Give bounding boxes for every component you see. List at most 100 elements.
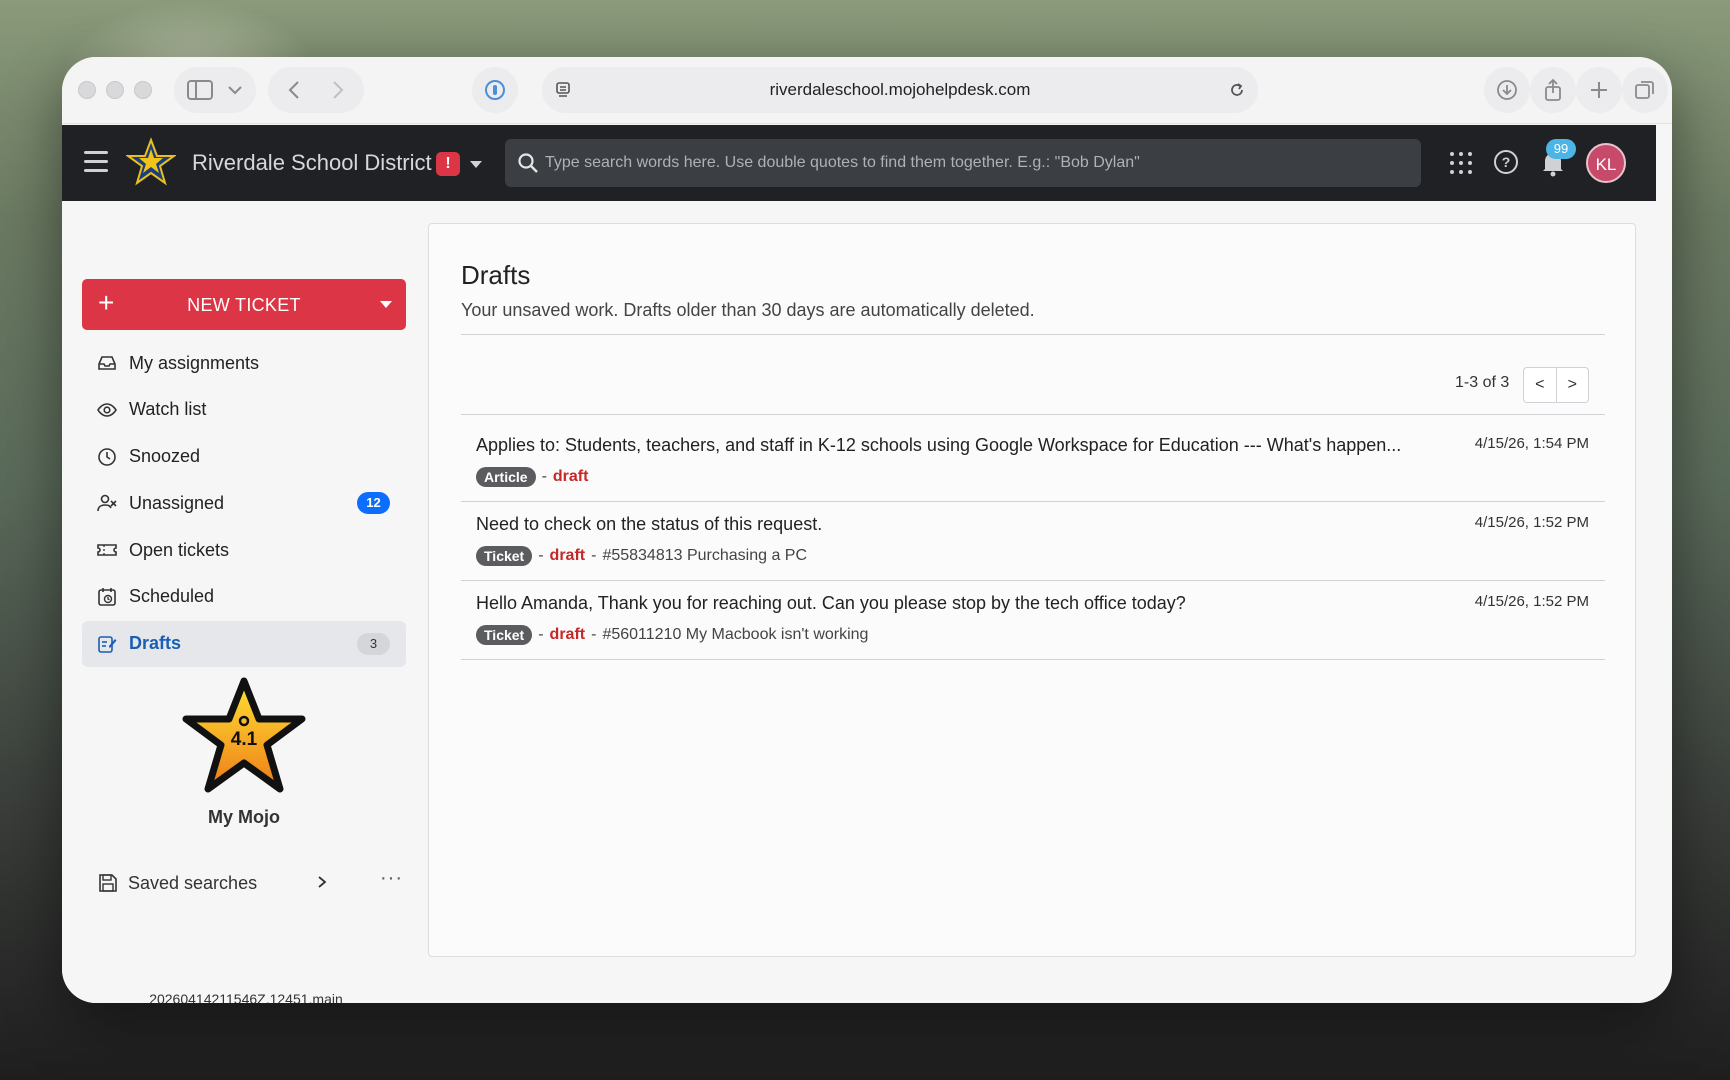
search-box	[505, 139, 1421, 187]
sidebar-item-label: Watch list	[129, 399, 207, 420]
draft-summary[interactable]: Applies to: Students, teachers, and staf…	[476, 435, 1461, 456]
apps-grid-icon[interactable]	[1450, 152, 1472, 174]
address-bar[interactable]: riverdaleschool.mojohelpdesk.com	[542, 67, 1258, 113]
separator: -	[591, 626, 597, 643]
org-name[interactable]: Riverdale School District	[192, 150, 432, 176]
sidebar-item-scheduled[interactable]: Scheduled	[82, 574, 406, 620]
eye-icon	[97, 402, 117, 417]
downloads-button[interactable]	[1484, 67, 1530, 113]
sidebar-item-label: Open tickets	[129, 539, 230, 560]
sidebar-item-label: Drafts	[129, 633, 182, 654]
search-icon	[518, 153, 538, 173]
chevron-down-icon	[228, 86, 242, 95]
browser-window: riverdaleschool.mojohelpdesk.com Riverda…	[62, 57, 1672, 1003]
plus-icon	[1591, 82, 1607, 98]
sidebar-item-label: My assignments	[129, 352, 260, 373]
saved-searches[interactable]: Saved searches ···	[98, 867, 402, 899]
ticket-icon	[97, 544, 117, 556]
app-header: Riverdale School District ! ? 99 KL	[62, 125, 1656, 201]
inbox-icon	[98, 356, 116, 370]
clock-icon	[98, 447, 116, 466]
sidebar-item-unassigned[interactable]: Unassigned 12	[82, 480, 406, 526]
sidebar-icon	[187, 80, 213, 100]
draft-timestamp: 4/15/26, 1:52 PM	[1474, 514, 1589, 531]
sidebar-nav: My assignments Watch list Snoozed Unassi…	[82, 340, 406, 668]
status-text: draft	[549, 547, 586, 564]
new-ticket-dropdown-icon[interactable]	[380, 301, 392, 308]
build-version: 20260414211546Z.12451.main	[149, 991, 343, 1003]
saved-searches-label: Saved searches	[128, 873, 258, 893]
reload-icon[interactable]	[1228, 81, 1246, 99]
type-badge: Ticket	[476, 546, 533, 566]
separator: -	[591, 547, 597, 564]
draft-summary[interactable]: Hello Amanda, Thank you for reaching out…	[476, 593, 1461, 614]
more-options-icon[interactable]: ···	[380, 867, 403, 890]
next-page-button[interactable]: >	[1557, 368, 1589, 402]
ticket-reference[interactable]: #56011210 My Macbook isn't working	[602, 626, 868, 644]
url-text: riverdaleschool.mojohelpdesk.com	[769, 80, 1031, 99]
zoom-window-button[interactable]	[134, 81, 152, 99]
draft-timestamp: 4/15/26, 1:52 PM	[1474, 593, 1589, 610]
sidebar-item-label: Snoozed	[129, 446, 201, 467]
mojo-logo-icon[interactable]	[126, 137, 176, 187]
user-x-icon	[97, 495, 117, 512]
ticket-reference[interactable]: #55834813 Purchasing a PC	[602, 547, 807, 565]
tab-overview-button[interactable]	[1622, 67, 1668, 113]
status-text: draft	[549, 626, 586, 643]
share-button[interactable]	[1530, 67, 1576, 113]
draft-meta: Ticket - draft - #56011210 My Macbook is…	[476, 625, 868, 645]
sidebar-item-watch-list[interactable]: Watch list	[82, 387, 406, 433]
page-title: Drafts	[461, 260, 531, 290]
page-subtitle: Your unsaved work. Drafts older than 30 …	[461, 300, 1035, 320]
sidebar-item-my-assignments[interactable]: My assignments	[82, 340, 406, 386]
divider	[461, 334, 1605, 335]
download-icon	[1497, 80, 1517, 100]
sidebar-item-open-tickets[interactable]: Open tickets	[82, 527, 406, 573]
new-tab-button[interactable]	[1576, 67, 1622, 113]
draft-row[interactable]: Applies to: Students, teachers, and staf…	[461, 415, 1605, 502]
notification-count-badge[interactable]: 99	[1546, 139, 1576, 159]
pagination-controls: < >	[1523, 367, 1589, 403]
share-icon	[1545, 78, 1561, 101]
help-icon[interactable]: ?	[1494, 150, 1518, 174]
alert-badge[interactable]: !	[436, 152, 460, 176]
sidebar-item-snoozed[interactable]: Snoozed	[82, 434, 406, 480]
forward-icon[interactable]	[331, 80, 345, 100]
draft-summary[interactable]: Need to check on the status of this requ…	[476, 514, 1461, 535]
mojo-score-star-icon[interactable]: 4.1	[182, 677, 306, 795]
pagination-text: 1-3 of 3	[1455, 374, 1510, 391]
draft-meta: Ticket - draft - #55834813 Purchasing a …	[476, 546, 807, 566]
separator: -	[541, 468, 547, 485]
new-ticket-button[interactable]: + NEW TICKET	[82, 279, 406, 330]
edit-list-icon	[98, 635, 117, 653]
hamburger-menu-icon[interactable]	[84, 151, 108, 173]
user-avatar[interactable]: KL	[1586, 143, 1626, 183]
browser-toolbar: riverdaleschool.mojohelpdesk.com	[62, 57, 1672, 124]
save-disk-icon	[99, 874, 117, 892]
type-badge: Article	[476, 467, 536, 487]
prev-page-button[interactable]: <	[1524, 368, 1557, 402]
password-manager-button[interactable]	[472, 67, 518, 113]
close-window-button[interactable]	[78, 81, 96, 99]
calendar-clock-icon	[98, 587, 116, 606]
nav-buttons	[268, 67, 364, 113]
chevron-right-icon[interactable]	[316, 871, 328, 893]
org-dropdown-caret-icon[interactable]	[470, 161, 482, 168]
mojo-label[interactable]: My Mojo	[182, 807, 306, 828]
draft-row[interactable]: Hello Amanda, Thank you for reaching out…	[461, 573, 1605, 660]
back-icon[interactable]	[287, 80, 301, 100]
search-input[interactable]	[545, 139, 1405, 187]
tabs-icon	[1635, 81, 1654, 99]
sidebar-item-label: Scheduled	[129, 586, 215, 607]
minimize-window-button[interactable]	[106, 81, 124, 99]
sidebar-toggle-button[interactable]	[174, 67, 256, 113]
sidebar: + NEW TICKET My assignments Watch list S…	[62, 201, 412, 1003]
type-badge: Ticket	[476, 625, 533, 645]
drafts-panel: Drafts Your unsaved work. Drafts older t…	[428, 223, 1636, 957]
draft-row[interactable]: Need to check on the status of this requ…	[461, 494, 1605, 581]
separator: -	[538, 547, 544, 564]
sidebar-item-drafts[interactable]: Drafts 3	[82, 620, 406, 667]
draft-timestamp: 4/15/26, 1:54 PM	[1474, 435, 1589, 452]
new-ticket-label: NEW TICKET	[187, 295, 301, 315]
sidebar-item-label: Unassigned	[129, 492, 225, 513]
